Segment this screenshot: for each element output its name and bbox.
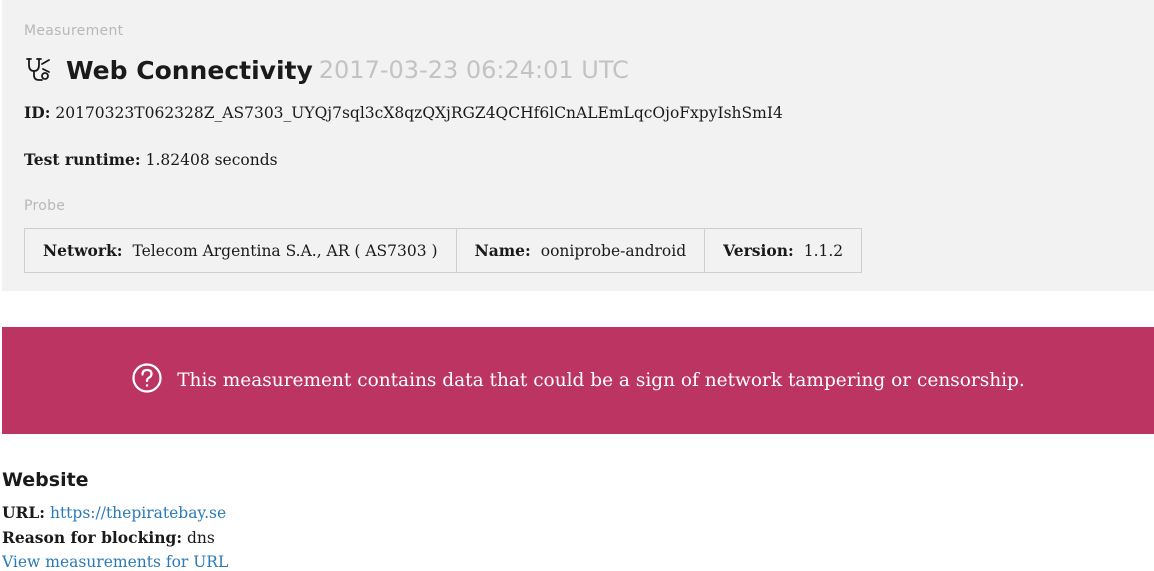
test-runtime-line: Test runtime: 1.82408 seconds [24, 150, 278, 169]
probe-version-cell: Version: 1.1.2 [705, 229, 861, 272]
measurement-timestamp: 2017-03-23 06:24:01 UTC [318, 56, 629, 84]
alert-message: This measurement contains data that coul… [177, 370, 1025, 391]
blocking-reason-value: dns [186, 529, 215, 547]
tampering-alert-banner: This measurement contains data that coul… [2, 327, 1154, 434]
website-url-label: URL: [2, 503, 46, 522]
measurement-id-label: ID: [24, 103, 51, 122]
measurement-header-panel: Measurement Web Connectivity 2017-03-23 … [2, 0, 1154, 291]
probe-name-label: Name: [474, 241, 531, 260]
measurement-id-value: 20170323T062328Z_AS7303_UYQj7sql3cX8qzQX… [55, 104, 783, 122]
question-circle-icon [132, 362, 162, 393]
blocking-reason-label: Reason for blocking: [2, 528, 183, 547]
view-measurements-link[interactable]: View measurements for URL [2, 553, 228, 571]
measurement-id-line: ID: 20170323T062328Z_AS7303_UYQj7sql3cX8… [24, 103, 783, 122]
measurement-section-label: Measurement [24, 23, 124, 39]
probe-network-label: Network: [43, 241, 123, 260]
probe-info-table: Network: Telecom Argentina S.A., AR ( AS… [24, 228, 863, 273]
stethoscope-icon [26, 58, 50, 81]
test-name-title: Web Connectivity [66, 55, 313, 85]
test-title-row: Web Connectivity 2017-03-23 06:24:01 UTC [24, 52, 629, 88]
website-url-line: URL: https://thepiratebay.se [2, 503, 226, 522]
probe-section-label: Probe [24, 198, 66, 214]
probe-network-value: Telecom Argentina S.A., AR ( AS7303 ) [132, 241, 438, 260]
blocking-reason-line: Reason for blocking: dns [2, 528, 215, 547]
website-url-link[interactable]: https://thepiratebay.se [50, 504, 226, 522]
test-runtime-value: 1.82408 seconds [145, 151, 278, 169]
probe-name-cell: Name: ooniprobe-android [457, 229, 706, 272]
probe-network-cell: Network: Telecom Argentina S.A., AR ( AS… [25, 229, 457, 272]
probe-name-value: ooniprobe-android [540, 241, 687, 260]
probe-version-value: 1.1.2 [803, 241, 844, 260]
website-heading: Website [2, 469, 89, 491]
probe-version-label: Version: [723, 241, 794, 260]
view-measurements-line: View measurements for URL [2, 553, 228, 571]
test-runtime-label: Test runtime: [24, 150, 141, 169]
